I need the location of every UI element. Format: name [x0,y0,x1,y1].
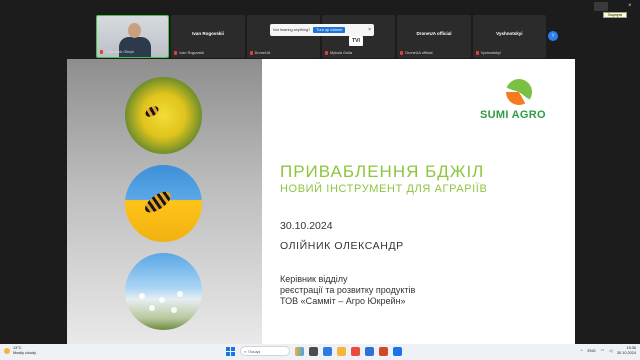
mic-muted-icon [475,51,479,55]
mic-muted-icon [325,51,328,55]
shared-slide: SUMI AGRO ПРИВАБЛЕННЯ БДЖІЛ НОВИЙ ІНСТРУ… [67,59,575,344]
participant-tile-video[interactable]: Oleksandr Olinyk [96,15,170,58]
clock[interactable]: 15:36 30.10.2024 [617,346,636,355]
flower-field-photo [125,253,202,330]
mic-muted-icon [249,51,253,55]
slide-title: ПРИВАБЛЕННЯ БДЖІЛ [280,162,485,181]
person-body [119,37,151,57]
participant-tile[interactable]: Vyshnotskyi Vyshnotskyi [472,15,546,58]
close-icon[interactable]: × [368,27,371,33]
participant-label: Mykola Golia [330,51,352,55]
windows-start-icon[interactable] [226,346,235,356]
slide-author: ОЛІЙНИК ОЛЕКСАНДР [280,240,404,252]
participant-footer: DroneUA official [400,51,432,55]
wifi-icon[interactable]: ◠ [601,348,604,353]
flower-dot [177,291,183,297]
weather-desc: Mostly cloudy [13,350,37,355]
participant-footer: Vyshnotskyi [475,51,501,55]
role-line: Керівник відділу [280,274,348,284]
sumi-agro-logo: SUMI AGRO [480,79,550,129]
weather-text: 13°C Mostly cloudy [13,346,36,355]
search-placeholder: Пошук [248,348,261,354]
mic-muted-icon [100,50,103,54]
bee-icon [143,104,161,119]
flower-dot [149,305,155,311]
participant-label: DroneUA official [405,51,433,55]
screen: Oleksandr Olinyk Ivan Rogovskii Ivan Rog… [0,0,640,360]
popup-text: Not hearing anything? [273,28,311,32]
participant-tile[interactable]: Ivan Rogovskii Ivan Rogovskii [171,15,245,58]
chrome-icon[interactable] [351,346,360,356]
participant-name: DroneUA official [416,31,452,36]
participant-footer: Mykola Golia [325,51,352,55]
powerpoint-icon[interactable] [379,346,388,356]
flower-dot [159,297,165,303]
zoom-icon[interactable] [393,346,402,356]
weather-icon [4,347,10,354]
participant-label: Oleksandr Olinyk [105,50,134,54]
slide-date: 30.10.2024 [280,220,333,232]
participants-strip: Oleksandr Olinyk Ivan Rogovskii Ivan Rog… [96,15,546,58]
task-view-icon[interactable] [309,346,318,356]
weather-widget[interactable]: 13°C Mostly cloudy [4,346,36,355]
tooltip: Згорнути [603,12,627,18]
tv-logo: TVI [349,36,363,46]
mic-muted-icon [174,51,178,55]
bee-icon [141,187,175,217]
flower-dot [171,307,177,313]
turn-up-volume-button[interactable]: Turn up volume [313,27,346,33]
close-window-icon[interactable]: × [628,3,632,9]
sumi-agro-logo-mark [506,79,532,105]
participant-tile[interactable]: DroneUA official DroneUA official [397,15,471,58]
search-icon: ⌕ [244,348,247,354]
slide-subtitle: НОВИЙ ІНСТРУМЕНТ ДЛЯ АГРАРІЇВ [280,183,488,195]
chevron-right-icon[interactable]: › [548,31,558,41]
person-head [128,23,141,38]
participant-label: Ivan Rogovskii [179,51,205,55]
taskbar-search[interactable]: ⌕ Пошук [240,346,290,356]
word-icon[interactable] [365,346,374,356]
folder-icon[interactable] [337,346,346,356]
participant-tile[interactable]: DroneUA [246,15,320,58]
clock-date: 30.10.2024 [616,350,636,355]
participant-footer: Ivan Rogovskii [174,51,204,55]
participant-footer: Oleksandr Olinyk [100,50,134,54]
volume-icon[interactable]: ◁ [609,348,612,353]
taskbar: 13°C Mostly cloudy ⌕ Пошук ^ ENG ◠ ◁ 15:… [0,344,640,360]
bee-on-rapeseed-photo [125,77,202,154]
role-line: ТОВ «Саммiт – Агро Юкрейн» [280,296,406,306]
participant-name: Vyshnotskyi [496,31,523,36]
mic-muted-icon [400,51,404,55]
bee-closeup-photo [125,165,202,242]
image-panel [67,59,262,344]
landscape-app-icon[interactable] [295,346,304,356]
flower-dot [139,293,145,299]
role-line: реєстрації та розвитку продуктів [280,285,416,295]
edge-icon[interactable] [323,346,332,356]
participant-footer: DroneUA [249,51,271,55]
language-indicator[interactable]: ENG [588,349,596,353]
minimize-window-icon[interactable] [594,2,608,11]
logo-text: SUMI AGRO [480,109,546,121]
participant-name: Ivan Rogovskii [192,31,224,36]
participant-label: Vyshnotskyi [480,51,501,55]
participant-label: DroneUA [254,51,271,55]
system-tray: ^ ENG ◠ ◁ 15:36 30.10.2024 [581,346,636,355]
tray-chevron-icon[interactable]: ^ [581,349,583,353]
audio-hint-popup: Not hearing anything? Turn up volume × [270,24,374,36]
taskbar-apps: ⌕ Пошук [226,346,402,356]
author-role: Керівник відділу реєстрації та розвитку … [280,274,415,307]
